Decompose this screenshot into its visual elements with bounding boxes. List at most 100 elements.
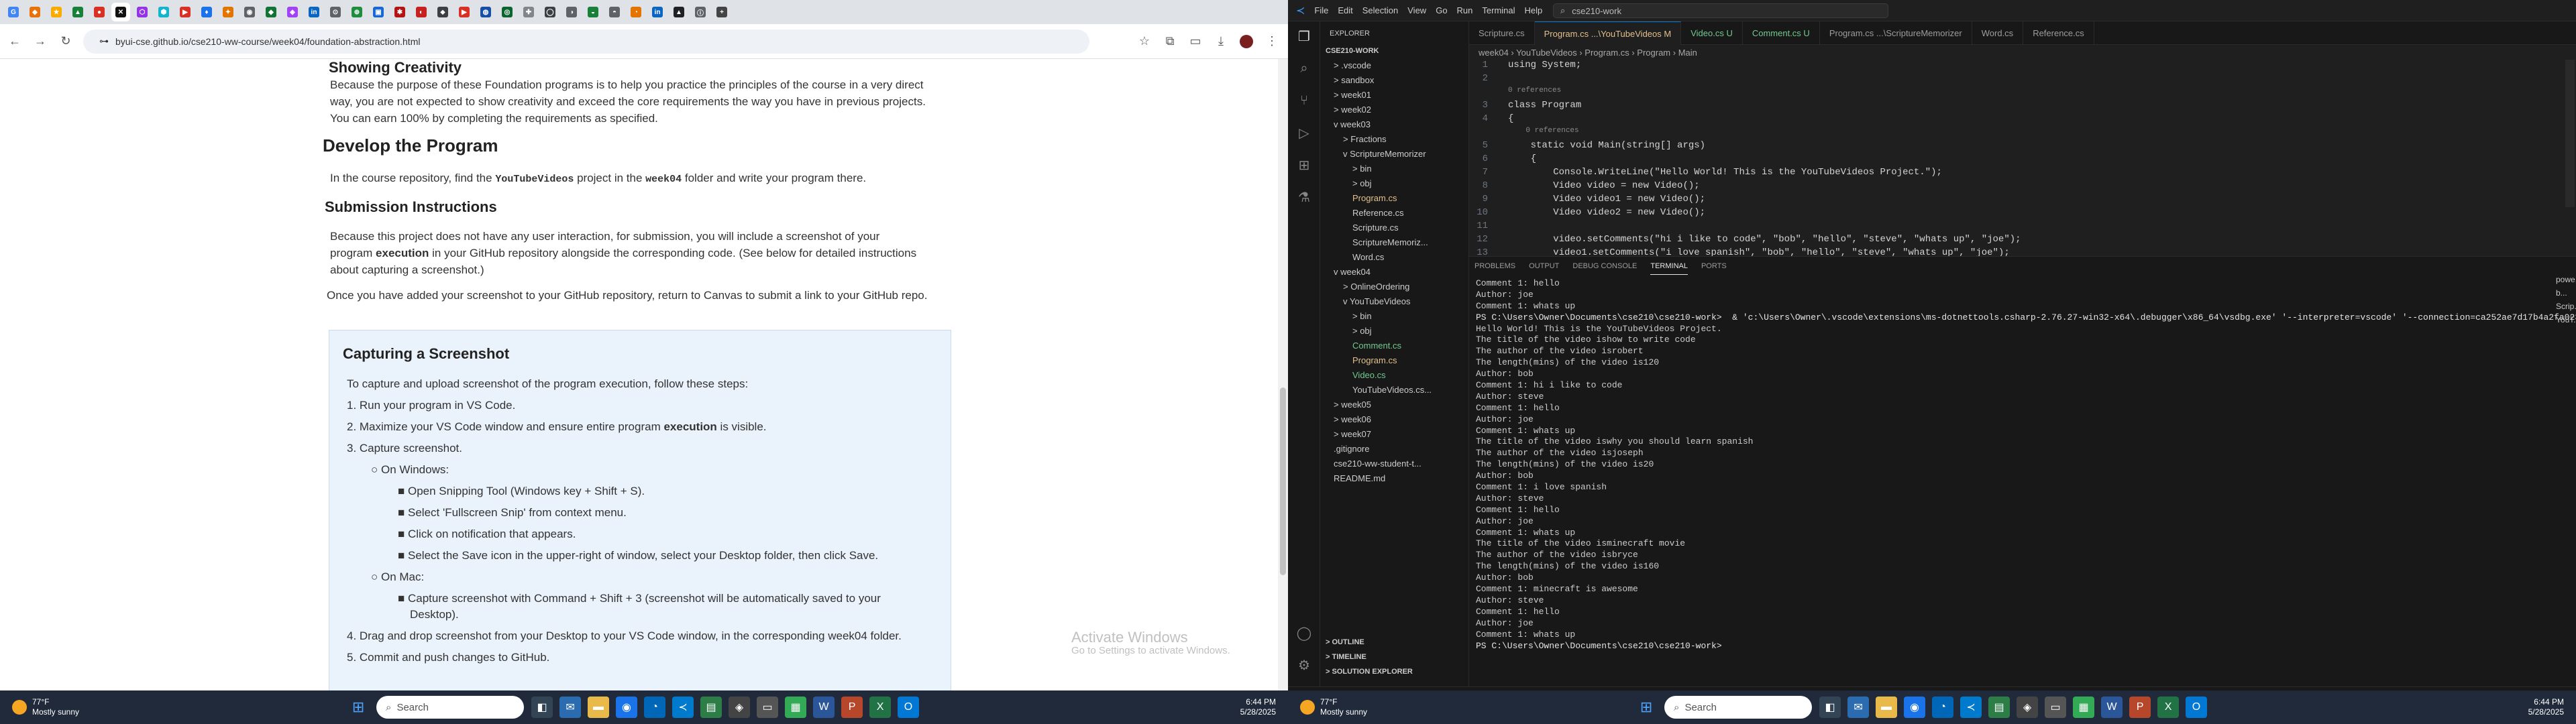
explorer-item[interactable]: > obj — [1352, 326, 1372, 336]
testing-icon[interactable]: ⚗ — [1296, 189, 1312, 205]
page-scrollbar[interactable] — [1278, 59, 1288, 690]
settings-gear-icon[interactable]: ⚙ — [1296, 657, 1312, 673]
browser-tab[interactable]: ⊙ — [326, 3, 345, 21]
browser-tab[interactable]: ▶ — [176, 3, 195, 21]
explorer-section[interactable]: > TIMELINE — [1326, 653, 1366, 661]
start-icon[interactable]: ⊞ — [1635, 697, 1657, 718]
browser-tab[interactable]: ✱ — [390, 3, 409, 21]
browser-tab[interactable]: ◈ — [283, 3, 302, 21]
browser-tab[interactable]: ▲ — [669, 3, 688, 21]
reload-icon[interactable]: ↻ — [55, 31, 76, 52]
explorer-item[interactable]: > week07 — [1334, 429, 1371, 439]
word-icon[interactable]: W — [813, 697, 835, 718]
explorer-item[interactable]: > Fractions — [1343, 134, 1387, 144]
browser-menu-icon[interactable]: ⋮ — [1261, 31, 1283, 52]
browser-tab[interactable]: ◓ — [605, 3, 624, 21]
browser-tab[interactable]: ◆ — [25, 3, 44, 21]
taskbar-app-3-icon[interactable]: ▤ — [1988, 697, 2010, 718]
explorer-item[interactable]: Reference.cs — [1352, 208, 1404, 218]
explorer-item[interactable]: Scripture.cs — [1352, 223, 1399, 233]
explorer-item[interactable]: v week04 — [1334, 267, 1371, 277]
taskbar-app-6-icon[interactable]: ▦ — [2073, 697, 2095, 718]
browser-tab[interactable]: in — [305, 3, 323, 21]
excel-icon[interactable]: X — [2157, 697, 2180, 718]
download-icon[interactable]: ⤓ — [1210, 31, 1232, 52]
explorer-item[interactable]: > OnlineOrdering — [1343, 282, 1409, 292]
vscode-taskbar-icon[interactable]: ≺ — [672, 697, 694, 718]
browser-tab[interactable]: ● — [90, 3, 109, 21]
panel-tab-debug-console[interactable]: DEBUG CONSOLE — [1572, 258, 1637, 274]
browser-tab[interactable]: ◍ — [476, 3, 495, 21]
explorer-item[interactable]: ScriptureMemoriz... — [1352, 237, 1428, 247]
taskbar-app-4-icon[interactable]: ◈ — [729, 697, 751, 718]
editor-tab[interactable]: Reference.cs — [2023, 21, 2094, 45]
explorer-item[interactable]: Program.cs — [1352, 355, 1397, 365]
clock-left[interactable]: 6:44 PM 5/28/2025 — [1240, 697, 1276, 717]
panel-tab-output[interactable]: OUTPUT — [1529, 258, 1559, 274]
taskbar-app-1-icon[interactable]: ◧ — [1819, 697, 1841, 718]
explorer-section[interactable]: > SOLUTION EXPLORER — [1326, 668, 1413, 676]
explorer-item[interactable]: Comment.cs — [1352, 341, 1401, 351]
taskbar-app-1-icon[interactable]: ◧ — [531, 697, 553, 718]
file-explorer-icon[interactable]: ▬ — [1876, 697, 1898, 718]
edge-icon[interactable]: ◔ — [644, 697, 666, 718]
explorer-item[interactable]: Word.cs — [1352, 252, 1384, 262]
source-control-icon[interactable]: ⑂ — [1296, 93, 1312, 109]
editor-tab[interactable]: Video.cs U — [1681, 21, 1743, 45]
browser-tab[interactable]: G — [4, 3, 23, 21]
explorer-item[interactable]: cse210-ww-student-t... — [1334, 459, 1421, 469]
scrollbar-thumb[interactable] — [1280, 387, 1286, 575]
browser-tab[interactable]: ✦ — [219, 3, 237, 21]
explorer-item[interactable]: > week05 — [1334, 400, 1371, 410]
browser-tab[interactable]: ⬢ — [154, 3, 173, 21]
cast-icon[interactable]: ▭ — [1185, 31, 1206, 52]
browser-tab[interactable]: ◒ — [584, 3, 602, 21]
bookmark-star-icon[interactable]: ☆ — [1134, 31, 1155, 52]
browser-tab[interactable]: ★ — [47, 3, 66, 21]
explorer-item[interactable]: YouTubeVideos.cs... — [1352, 385, 1432, 395]
browser-tab[interactable]: ⬥ — [433, 3, 452, 21]
menu-run[interactable]: Run — [1457, 5, 1473, 15]
browser-tab[interactable]: ◆ — [262, 3, 280, 21]
edge-icon[interactable]: ◔ — [1932, 697, 1954, 718]
explorer-item[interactable]: .gitignore — [1334, 444, 1369, 454]
back-icon[interactable]: ← — [4, 31, 25, 52]
explorer-item[interactable]: Video.cs — [1352, 370, 1386, 380]
editor-tab[interactable]: Word.cs — [1972, 21, 2024, 45]
vscode-taskbar-icon[interactable]: ≺ — [1960, 697, 1982, 718]
browser-tab[interactable]: ◎ — [498, 3, 517, 21]
browser-tab[interactable]: ◔ — [627, 3, 645, 21]
extensions-icon[interactable]: ⊞ — [1296, 157, 1312, 173]
clock-right[interactable]: 6:44 PM 5/28/2025 — [2528, 697, 2564, 717]
explorer-item[interactable]: README.md — [1334, 473, 1385, 483]
menu-view[interactable]: View — [1407, 5, 1426, 15]
browser-tab[interactable]: ◉ — [240, 3, 259, 21]
editor-tab[interactable]: Comment.cs U — [1743, 21, 1820, 45]
menu-help[interactable]: Help — [1525, 5, 1543, 15]
file-explorer-icon[interactable]: ▬ — [588, 697, 610, 718]
explorer-item[interactable]: > .vscode — [1334, 60, 1371, 70]
account-icon[interactable]: ◯ — [1296, 625, 1312, 641]
breadcrumb[interactable]: week04 › YouTubeVideos › Program.cs › Pr… — [1469, 45, 1697, 60]
powerpoint-icon[interactable]: P — [841, 697, 863, 718]
panel-tab-problems[interactable]: PROBLEMS — [1474, 258, 1515, 274]
explorer-item[interactable]: v YouTubeVideos — [1343, 296, 1410, 306]
start-icon[interactable]: ⊞ — [347, 697, 369, 718]
menu-file[interactable]: File — [1314, 5, 1328, 15]
chrome-icon[interactable]: ◉ — [616, 697, 638, 718]
menu-go[interactable]: Go — [1436, 5, 1447, 15]
browser-tab[interactable]: ♦ — [197, 3, 216, 21]
panel-tab-terminal[interactable]: TERMINAL — [1650, 258, 1688, 275]
menu-selection[interactable]: Selection — [1362, 5, 1398, 15]
browser-tab[interactable]: ✕ — [111, 3, 130, 21]
explorer-item[interactable]: Program.cs — [1352, 193, 1397, 203]
menu-terminal[interactable]: Terminal — [1482, 5, 1515, 15]
url-text[interactable]: byui-cse.github.io/cse210-ww-course/week… — [115, 36, 420, 47]
extensions-icon[interactable]: ⧉ — [1159, 31, 1181, 52]
terminal-output[interactable]: Comment 1: hello Author: joe Comment 1: wh… — [1476, 278, 2576, 652]
explorer-item[interactable]: v week03 — [1334, 119, 1371, 129]
editor-tab[interactable]: Program.cs ...\ScriptureMemorizer — [1820, 21, 1972, 45]
browser-tab[interactable]: ⬡ — [133, 3, 152, 21]
explorer-item[interactable]: v ScriptureMemorizer — [1343, 149, 1426, 159]
chrome-icon[interactable]: ◉ — [1904, 697, 1926, 718]
